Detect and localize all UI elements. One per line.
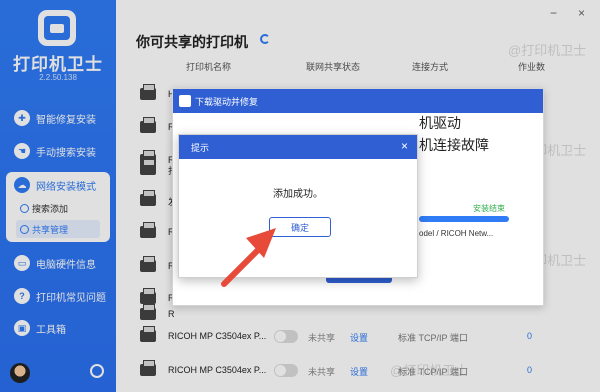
dialog-header: 下载驱动并修复	[173, 89, 543, 113]
dialog-title: 提示	[191, 142, 210, 153]
app-window: 打印机卫士 2.2.50.138 ✚ 智能修复安装 ☚ 手动搜索安装 ☁ 网络安…	[0, 0, 600, 392]
driver-status-line2: 机连接故障	[419, 137, 489, 153]
printer-model-text: odel / RICOH Netw...	[419, 229, 494, 238]
printer-icon	[179, 95, 191, 107]
driver-status-line1: 机驱动	[419, 115, 461, 131]
dialog-title: 下载驱动并修复	[195, 96, 259, 107]
dialog-header: 提示 ×	[179, 135, 417, 159]
pointer-arrow-icon	[221, 228, 276, 287]
progress-bar	[419, 216, 509, 222]
progress-label: 安装结束	[473, 204, 505, 213]
close-icon[interactable]: ×	[401, 139, 408, 153]
tip-dialog: 提示 × 添加成功。 确定	[178, 134, 418, 278]
tip-message: 添加成功。	[273, 189, 323, 200]
